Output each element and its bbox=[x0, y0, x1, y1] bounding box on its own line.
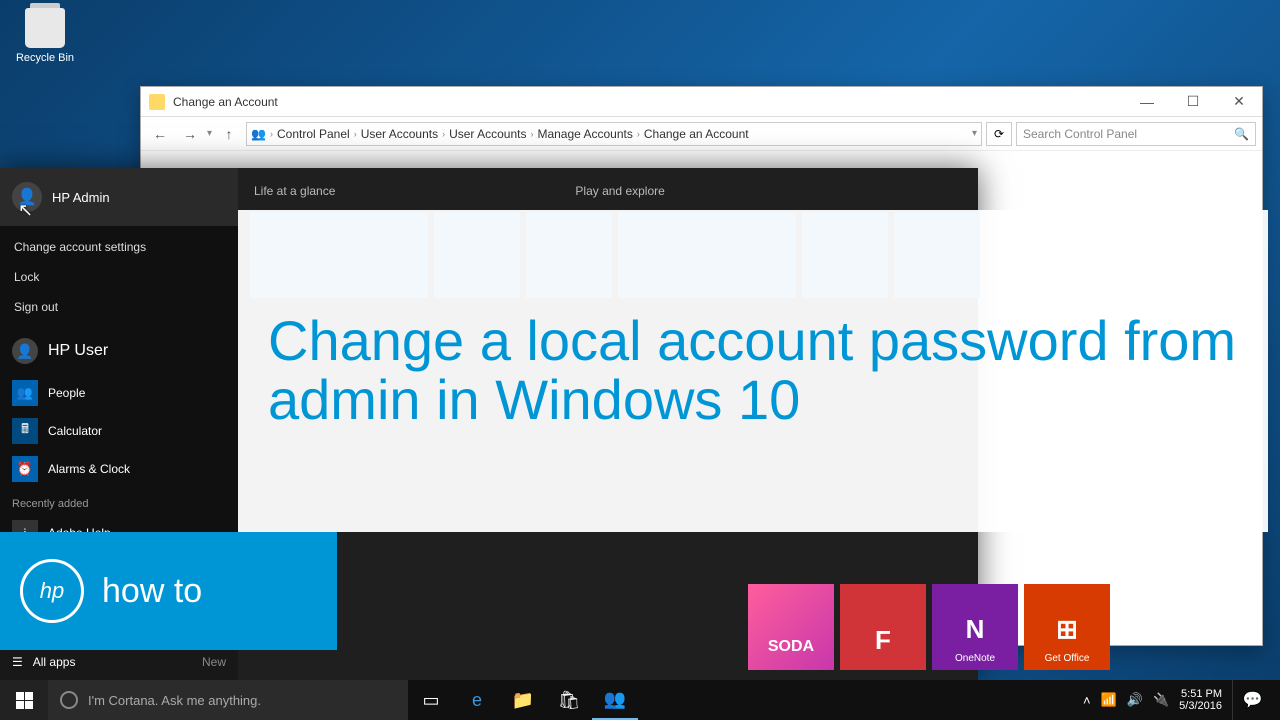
recycle-bin[interactable]: Recycle Bin bbox=[15, 8, 75, 64]
edge-icon[interactable]: e bbox=[454, 680, 500, 720]
date-label: 5/3/2016 bbox=[1179, 700, 1222, 712]
clock[interactable]: 5:51 PM 5/3/2016 bbox=[1179, 688, 1222, 712]
user-menu: Change account settings Lock Sign out bbox=[0, 226, 238, 328]
tile-candy-crush[interactable]: SODA bbox=[748, 584, 834, 670]
control-panel-taskbar-icon[interactable]: 👥 bbox=[592, 680, 638, 720]
task-view-button[interactable]: ▭ bbox=[408, 680, 454, 720]
office-icon: ⊞ bbox=[1056, 614, 1078, 645]
tile-label: OneNote bbox=[955, 653, 995, 664]
app-label: Calculator bbox=[48, 424, 102, 438]
current-user-row[interactable]: 👤 HP Admin bbox=[0, 168, 238, 226]
window-title: Change an Account bbox=[173, 95, 1124, 109]
tray-chevron-icon[interactable]: ˄ bbox=[1083, 693, 1091, 708]
howto-label: how to bbox=[102, 572, 202, 611]
flipboard-icon: F bbox=[875, 625, 891, 656]
all-apps-label: All apps bbox=[33, 655, 76, 669]
taskbar-apps: ▭ e 📁 🛍 👥 bbox=[408, 680, 638, 720]
lock[interactable]: Lock bbox=[0, 262, 238, 292]
title-text: Change a local account password from adm… bbox=[268, 312, 1238, 430]
tile-row-bottom: SODA F N OneNote ⊞ Get Office bbox=[748, 584, 1110, 670]
title-overlay: Change a local account password from adm… bbox=[238, 210, 1268, 532]
calculator-icon: 🖩 bbox=[12, 418, 38, 444]
user-avatar-icon: 👤 bbox=[12, 338, 38, 364]
close-button[interactable]: ✕ bbox=[1216, 87, 1262, 117]
current-user-name: HP Admin bbox=[52, 190, 110, 205]
up-button[interactable]: ↑ bbox=[216, 121, 242, 147]
store-icon[interactable]: 🛍 bbox=[546, 680, 592, 720]
user-avatar-icon: 👤 bbox=[12, 182, 42, 212]
action-center-icon[interactable]: 💬 bbox=[1232, 680, 1272, 720]
titlebar: Change an Account — ☐ ✕ bbox=[141, 87, 1262, 117]
breadcrumb-item[interactable]: Control Panel bbox=[277, 127, 350, 141]
cortana-search[interactable]: I'm Cortana. Ask me anything. bbox=[48, 680, 408, 720]
tile-flipboard[interactable]: F bbox=[840, 584, 926, 670]
list-icon: ☰ bbox=[12, 655, 23, 669]
breadcrumb-item[interactable]: User Accounts bbox=[361, 127, 438, 141]
other-user-row[interactable]: 👤 HP User bbox=[0, 328, 238, 374]
tile-group-header[interactable]: Play and explore bbox=[575, 184, 664, 198]
clock-icon: ⏰ bbox=[12, 456, 38, 482]
navbar: ← → ▾ ↑ 👥› Control Panel› User Accounts›… bbox=[141, 117, 1262, 151]
other-user-name: HP User bbox=[48, 342, 108, 360]
windows-logo-icon bbox=[16, 692, 33, 709]
search-placeholder: Search Control Panel bbox=[1023, 127, 1137, 141]
cortana-icon bbox=[60, 691, 78, 709]
hp-logo-icon: hp bbox=[20, 559, 84, 623]
new-label: New bbox=[202, 655, 226, 669]
breadcrumb-icon: 👥 bbox=[251, 127, 266, 141]
tile-group-header[interactable]: Life at a glance bbox=[254, 184, 335, 198]
maximize-button[interactable]: ☐ bbox=[1170, 87, 1216, 117]
recycle-bin-label: Recycle Bin bbox=[15, 52, 75, 64]
history-dropdown[interactable]: ▾ bbox=[207, 128, 212, 139]
window-icon bbox=[149, 94, 165, 110]
power-icon[interactable]: 🔌 bbox=[1153, 692, 1169, 708]
search-input[interactable]: Search Control Panel 🔍 bbox=[1016, 122, 1256, 146]
hp-howto-bar: hp how to bbox=[0, 532, 337, 650]
app-label: Alarms & Clock bbox=[48, 462, 130, 476]
breadcrumb[interactable]: 👥› Control Panel› User Accounts› User Ac… bbox=[246, 122, 982, 146]
change-account-settings[interactable]: Change account settings bbox=[0, 232, 238, 262]
forward-button[interactable]: → bbox=[177, 121, 203, 147]
back-button[interactable]: ← bbox=[147, 121, 173, 147]
tile-label: Get Office bbox=[1045, 653, 1090, 664]
recycle-bin-icon bbox=[25, 8, 65, 48]
sign-out[interactable]: Sign out bbox=[0, 292, 238, 322]
app-alarms[interactable]: ⏰ Alarms & Clock bbox=[0, 450, 238, 488]
taskbar: I'm Cortana. Ask me anything. ▭ e 📁 🛍 👥 … bbox=[0, 680, 1280, 720]
cortana-placeholder: I'm Cortana. Ask me anything. bbox=[88, 693, 261, 708]
people-icon: 👥 bbox=[12, 380, 38, 406]
breadcrumb-item[interactable]: Manage Accounts bbox=[537, 127, 632, 141]
time-label: 5:51 PM bbox=[1179, 688, 1222, 700]
volume-icon[interactable]: 🔊 bbox=[1127, 692, 1143, 708]
breadcrumb-item[interactable]: Change an Account bbox=[644, 127, 749, 141]
file-explorer-icon[interactable]: 📁 bbox=[500, 680, 546, 720]
tile-get-office[interactable]: ⊞ Get Office bbox=[1024, 584, 1110, 670]
recently-added-header: Recently added bbox=[0, 488, 238, 514]
app-people[interactable]: 👥 People bbox=[0, 374, 238, 412]
system-tray: ˄ 📶 🔊 🔌 5:51 PM 5/3/2016 💬 bbox=[1075, 680, 1280, 720]
network-icon[interactable]: 📶 bbox=[1101, 692, 1117, 708]
onenote-icon: N bbox=[966, 614, 985, 645]
candy-icon: SODA bbox=[768, 638, 814, 656]
tile-onenote[interactable]: N OneNote bbox=[932, 584, 1018, 670]
start-button[interactable] bbox=[0, 680, 48, 720]
refresh-button[interactable]: ⟳ bbox=[986, 122, 1012, 146]
minimize-button[interactable]: — bbox=[1124, 87, 1170, 117]
app-label: People bbox=[48, 386, 85, 400]
breadcrumb-dropdown[interactable]: ▾ bbox=[972, 128, 977, 139]
app-calculator[interactable]: 🖩 Calculator bbox=[0, 412, 238, 450]
search-icon: 🔍 bbox=[1234, 127, 1249, 141]
breadcrumb-item[interactable]: User Accounts bbox=[449, 127, 526, 141]
